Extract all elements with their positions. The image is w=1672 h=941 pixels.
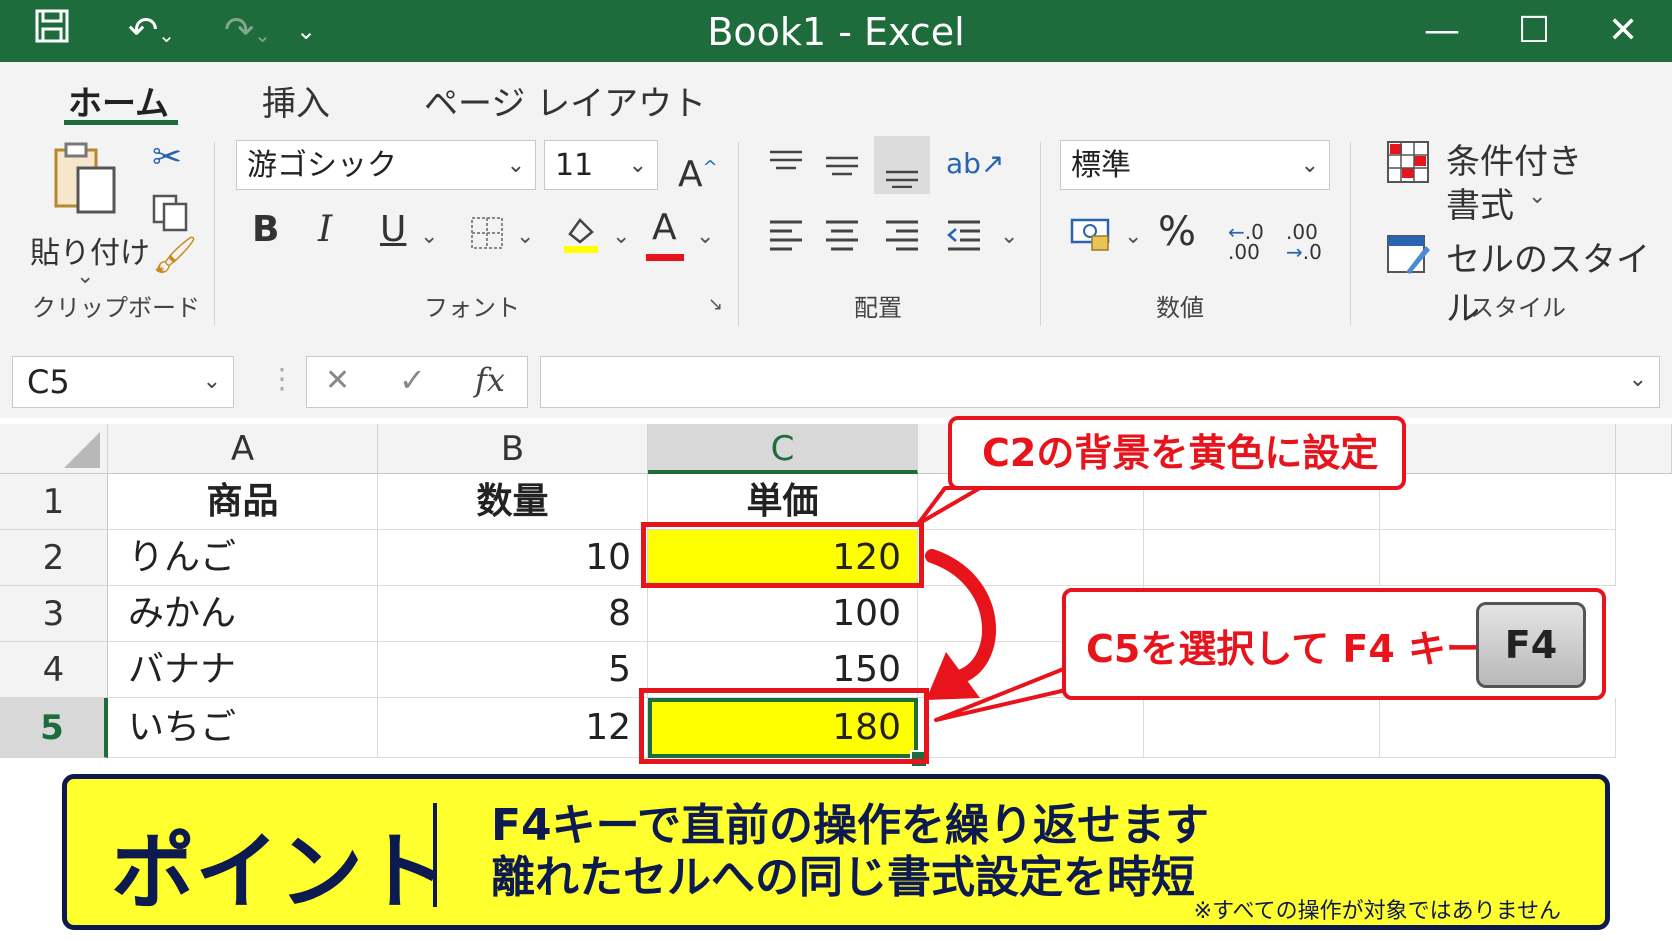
callout-c2-yellow: C2の背景を黄色に設定	[948, 416, 1406, 490]
banner-note: ※すべての操作が対象ではありません	[1193, 899, 1561, 924]
f4-key-label: F4	[1504, 623, 1558, 667]
f4-key-icon: F4	[1476, 602, 1586, 688]
banner-line-2: 離れたセルへの同じ書式設定を時短	[491, 852, 1195, 903]
callout-c5-f4: C5を選択して F4 キー F4	[1062, 588, 1606, 700]
banner-heading: ポイント	[111, 823, 448, 921]
callout-c2-text: C2の背景を黄色に設定	[982, 431, 1379, 475]
point-banner: ポイント F4キーで直前の操作を繰り返せます 離れたセルへの同じ書式設定を時短 …	[62, 774, 1610, 930]
callout-c5-text: C5を選択して F4 キー	[1086, 627, 1485, 671]
banner-divider	[433, 803, 437, 907]
